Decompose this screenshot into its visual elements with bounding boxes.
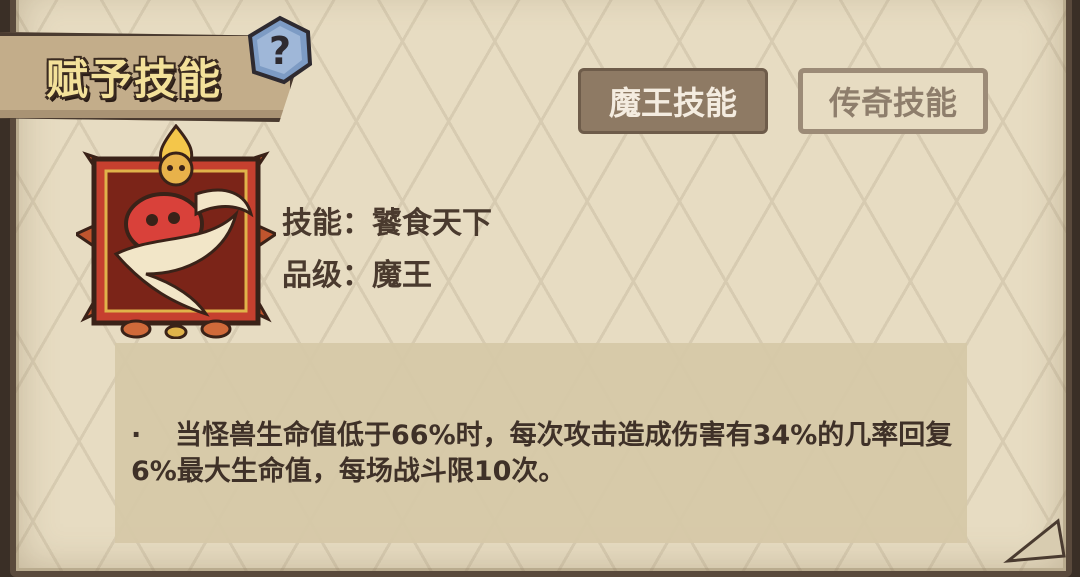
corner-scroll-decoration bbox=[1003, 518, 1066, 563]
flaming-mushroom-skill-icon bbox=[76, 124, 276, 339]
description-bullet: · bbox=[131, 420, 142, 451]
skill-grade: 品级：魔王 bbox=[282, 258, 432, 293]
skill-description: · 当怪兽生命值低于66%时，每次攻击造成伤害有34%的几率回复6%最大生命值，每… bbox=[131, 418, 961, 490]
help-symbol: ? bbox=[269, 29, 291, 73]
panel-title: 赋予技能 bbox=[46, 55, 223, 104]
tab-legendary-skill[interactable]: 传奇技能 bbox=[798, 68, 988, 134]
help-icon[interactable]: ? bbox=[244, 14, 316, 86]
tab-demon-king-skill[interactable]: 魔王技能 bbox=[578, 68, 768, 134]
description-text: 当怪兽生命值低于66%时，每次攻击造成伤害有34%的几率回复6%最大生命值，每场… bbox=[131, 420, 953, 487]
skill-name: 技能：饕食天下 bbox=[282, 206, 492, 241]
